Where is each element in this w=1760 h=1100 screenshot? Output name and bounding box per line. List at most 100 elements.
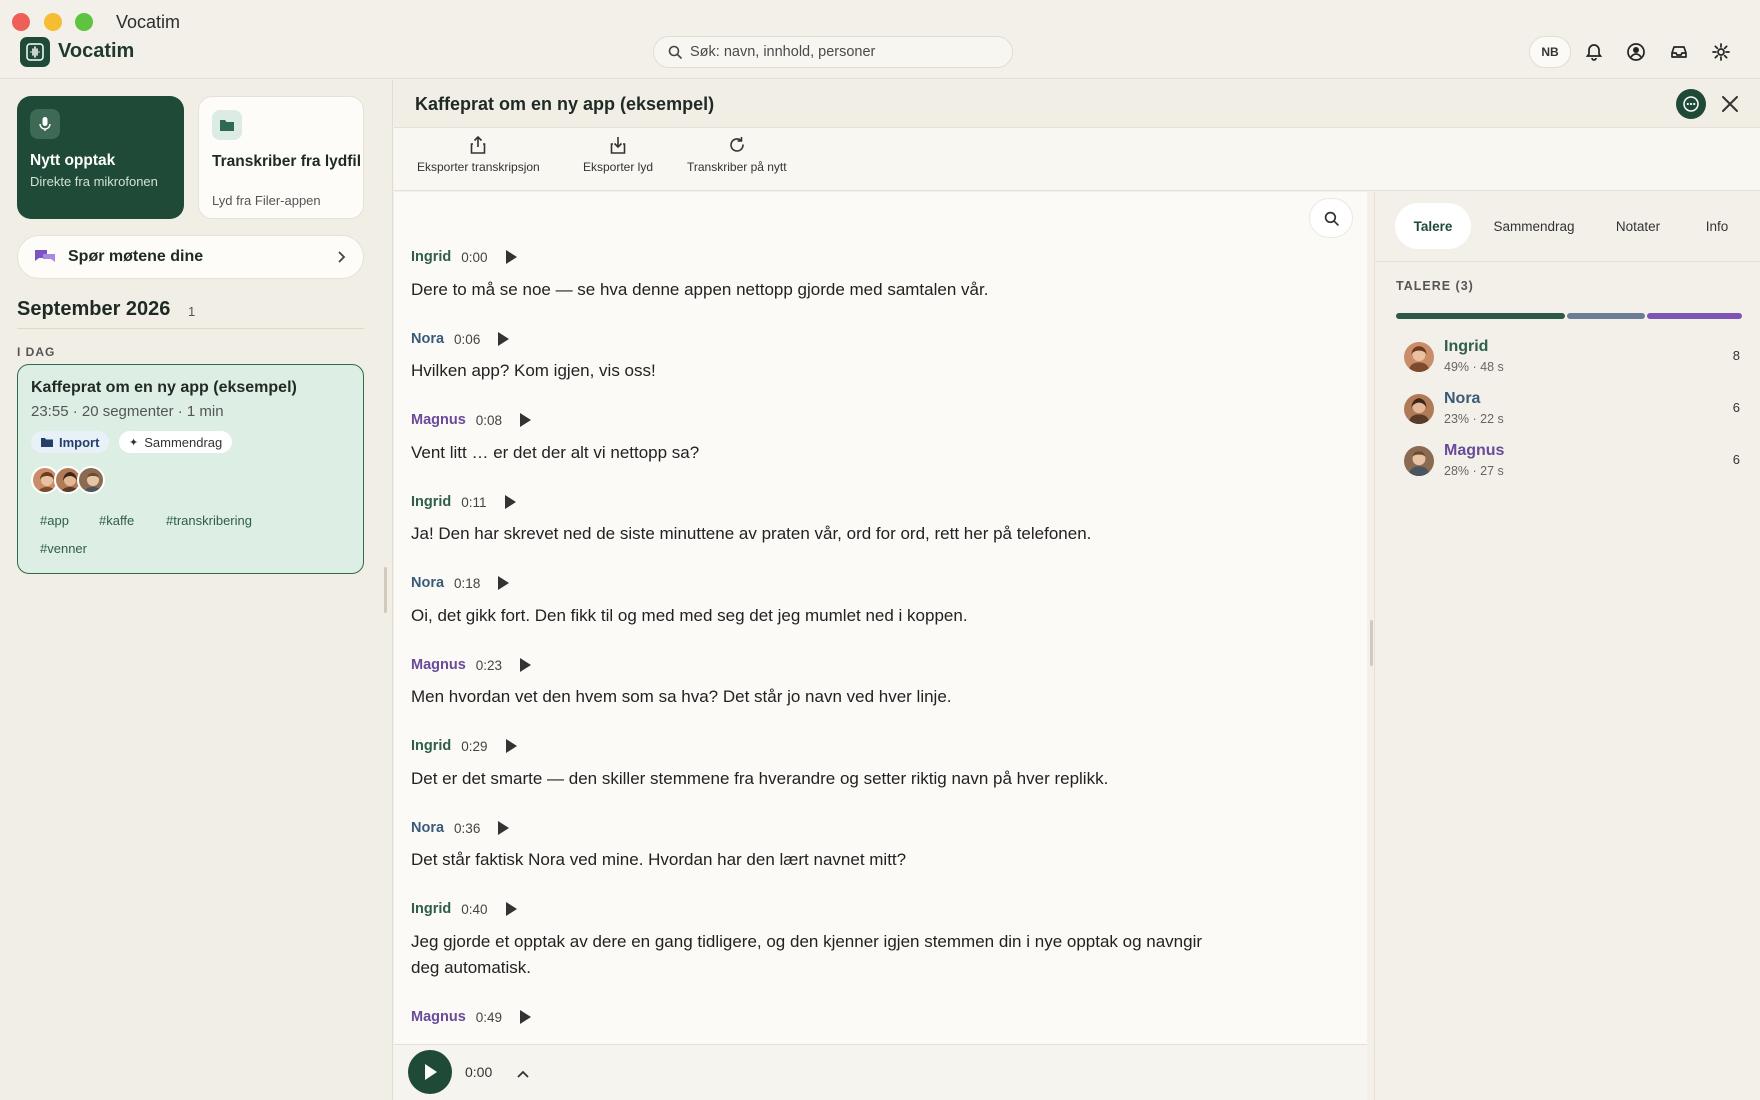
more-options-button[interactable] [1676, 89, 1706, 119]
tab-notater[interactable]: Notater [1600, 203, 1676, 249]
play-segment-icon[interactable] [520, 413, 532, 427]
speaker-name[interactable]: Magnus [411, 412, 466, 428]
timestamp[interactable]: 0:23 [476, 658, 502, 673]
speaker-count: 8 [1732, 348, 1740, 363]
panel-resize-handle[interactable] [1370, 620, 1373, 666]
play-segment-icon[interactable] [504, 495, 516, 509]
tab-sammendrag[interactable]: Sammendrag [1484, 203, 1584, 249]
play-segment-icon[interactable] [505, 250, 517, 264]
app-name: Vocatim [58, 40, 135, 62]
speaker-row-magnus[interactable]: Magnus 28% · 27 s 6 [1404, 440, 1740, 484]
timestamp[interactable]: 0:11 [461, 495, 486, 510]
timestamp[interactable]: 0:00 [461, 250, 487, 265]
chevron-up-icon[interactable] [516, 1066, 530, 1084]
speaker-name: Magnus [1444, 442, 1505, 459]
zoom-window-button[interactable] [75, 13, 93, 31]
play-segment-icon[interactable] [498, 576, 510, 590]
speaker-name[interactable]: Ingrid [411, 249, 451, 265]
segment-header: Ingrid 0:40 [411, 901, 517, 917]
timestamp[interactable]: 0:29 [461, 739, 487, 754]
tag-app[interactable]: #app [40, 513, 69, 528]
speaker-row-nora[interactable]: Nora 23% · 22 s 6 [1404, 388, 1740, 432]
timestamp[interactable]: 0:08 [476, 413, 502, 428]
play-segment-icon[interactable] [498, 821, 510, 835]
minimize-window-button[interactable] [44, 13, 62, 31]
retranscribe-button[interactable]: Transkriber på nytt [687, 136, 787, 174]
speaker-name[interactable]: Ingrid [411, 494, 451, 510]
tab-talere[interactable]: Talere [1395, 203, 1471, 249]
sidebar-resize-handle[interactable] [384, 567, 387, 613]
bell-icon[interactable] [1582, 40, 1606, 64]
speaker-name[interactable]: Magnus [411, 1009, 466, 1025]
timestamp[interactable]: 0:18 [454, 576, 480, 591]
refresh-icon [730, 137, 744, 152]
play-button[interactable] [408, 1050, 452, 1094]
avatar-magnus [1404, 446, 1434, 476]
speaker-share-segment [1567, 313, 1645, 319]
toolbar: Eksporter transkripsjon Eksporter lyd Tr… [394, 128, 1760, 191]
speaker-name[interactable]: Ingrid [411, 738, 451, 754]
window-title: Vocatim [116, 12, 181, 32]
month-count: 1 [188, 304, 196, 319]
search-input[interactable] [690, 44, 990, 60]
meeting-card[interactable]: Kaffeprat om en ny app (eksempel) 23:55 … [17, 364, 364, 574]
speaker-row-ingrid[interactable]: Ingrid 49% · 48 s 8 [1404, 336, 1740, 380]
account-icon[interactable] [1624, 40, 1648, 64]
new-recording-title: Nytt opptak [30, 152, 116, 169]
export-transcript-button[interactable]: Eksporter transkripsjon [417, 136, 540, 174]
section-today-label: I DAG [17, 345, 56, 359]
timestamp[interactable]: 0:36 [454, 821, 480, 836]
play-segment-icon[interactable] [520, 1010, 532, 1024]
tag-kaffe[interactable]: #kaffe [99, 513, 134, 528]
microphone-icon [30, 109, 60, 139]
transcript-search-button[interactable] [1309, 198, 1353, 238]
speaker-name[interactable]: Nora [411, 331, 444, 347]
play-segment-icon[interactable] [505, 902, 517, 916]
transcribe-file-title: Transkriber fra lydfil [212, 153, 362, 170]
new-recording-card[interactable]: Nytt opptak Direkte fra mikrofonen [17, 96, 184, 219]
speaker-name[interactable]: Magnus [411, 657, 466, 673]
ask-meetings-button[interactable]: Spør møtene dine [17, 235, 364, 279]
tag-venner[interactable]: #venner [40, 541, 87, 556]
speaker-name: Nora [1444, 390, 1481, 407]
segment-text: Det er det smarte — den skiller stemmene… [411, 769, 1109, 788]
speaker-name[interactable]: Ingrid [411, 901, 451, 917]
speaker-count: 6 [1732, 400, 1740, 415]
transcribe-file-card[interactable]: Transkriber fra lydfil Lyd fra Filer-app… [198, 96, 364, 219]
close-window-button[interactable] [12, 13, 30, 31]
tab-info[interactable]: Info [1692, 203, 1742, 249]
segment-header: Ingrid 0:00 [411, 249, 517, 265]
gear-icon[interactable] [1709, 40, 1733, 64]
avatar-nora [1404, 394, 1434, 424]
play-segment-icon[interactable] [498, 332, 510, 346]
timestamp[interactable]: 0:06 [454, 332, 480, 347]
player-time: 0:00 [465, 1064, 493, 1080]
search-icon [668, 45, 682, 59]
inbox-icon[interactable] [1667, 40, 1691, 64]
transcribe-file-subtitle: Lyd fra Filer-appen [212, 193, 321, 208]
speaker-name: Ingrid [1444, 338, 1489, 355]
audio-player [394, 1044, 1367, 1100]
page-title: Kaffeprat om en ny app (eksempel) [415, 94, 715, 114]
play-icon [425, 1064, 437, 1080]
speaker-name[interactable]: Nora [411, 575, 444, 591]
play-segment-icon[interactable] [520, 658, 532, 672]
ask-meetings-label: Spør møtene dine [68, 248, 204, 265]
export-audio-button[interactable]: Eksporter lyd [583, 136, 653, 174]
import-badge: Import [31, 431, 110, 453]
speakers-label: TALERE (3) [1396, 279, 1474, 293]
segment-header: Nora 0:06 [411, 331, 510, 347]
play-segment-icon[interactable] [505, 739, 517, 753]
tag-transkribering[interactable]: #transkribering [166, 513, 252, 528]
timestamp[interactable]: 0:40 [461, 902, 487, 917]
language-button[interactable]: NB [1529, 36, 1571, 68]
sparkle-icon: ✦ [129, 436, 139, 449]
segment-header: Nora 0:18 [411, 575, 510, 591]
close-button[interactable] [1718, 92, 1742, 116]
search-bar[interactable] [653, 36, 1013, 68]
chevron-right-icon [338, 251, 346, 263]
segment-header: Magnus 0:23 [411, 657, 532, 673]
speaker-name[interactable]: Nora [411, 820, 444, 836]
timestamp[interactable]: 0:49 [476, 1010, 502, 1025]
segment-text: Ja! Den har skrevet ned de siste minutte… [411, 524, 1092, 543]
